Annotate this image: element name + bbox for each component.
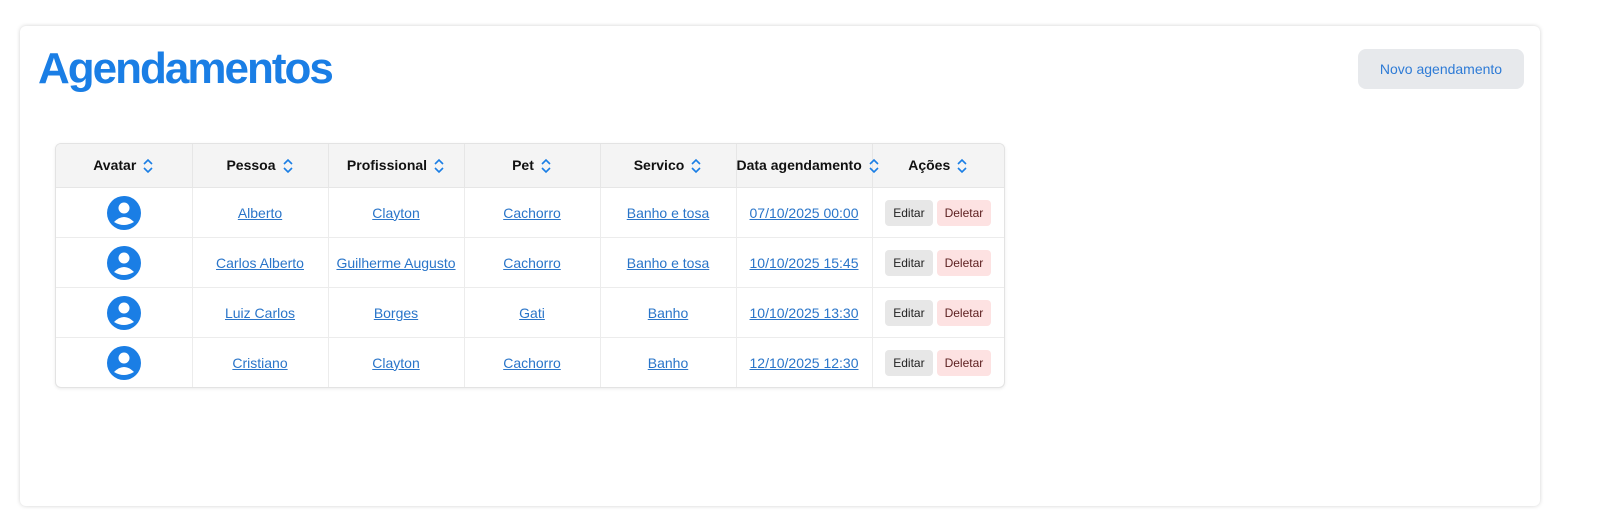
user-circle-icon [106, 295, 141, 330]
user-circle-icon [106, 345, 141, 380]
pessoa-link[interactable]: Alberto [238, 205, 282, 221]
user-circle-icon [106, 195, 141, 230]
actions-cell: Editar Deletar [872, 187, 1004, 238]
chevron-up-down-icon[interactable] [956, 158, 968, 174]
actions-cell: Editar Deletar [872, 287, 1004, 338]
column-header-servico[interactable]: Servico [600, 144, 737, 188]
page-title: Agendamentos [38, 44, 334, 93]
servico-link[interactable]: Banho [648, 305, 688, 321]
delete-button[interactable]: Deletar [936, 249, 992, 276]
edit-button[interactable]: Editar [885, 199, 933, 226]
profissional-link[interactable]: Borges [374, 305, 418, 321]
edit-button[interactable]: Editar [885, 249, 933, 276]
table-row: Luiz Carlos Borges Gati Banho 10/10/2025… [56, 287, 1004, 338]
column-header-avatar[interactable]: Avatar [56, 144, 193, 188]
user-circle-icon [106, 245, 141, 280]
data-link[interactable]: 10/10/2025 13:30 [750, 305, 859, 321]
table-row: Cristiano Clayton Cachorro Banho 12/10/2… [56, 337, 1004, 388]
chevron-up-down-icon[interactable] [282, 158, 294, 174]
chevron-up-down-icon[interactable] [868, 158, 880, 174]
appointments-table: Avatar Pessoa Profissional Pet Servico D… [55, 143, 1005, 388]
delete-button[interactable]: Deletar [936, 199, 992, 226]
pet-link[interactable]: Cachorro [503, 255, 561, 271]
pessoa-link[interactable]: Luiz Carlos [225, 305, 295, 321]
profissional-link[interactable]: Clayton [372, 205, 419, 221]
column-header-data[interactable]: Data agendamento [736, 144, 879, 188]
table-row: Alberto Clayton Cachorro Banho e tosa 07… [56, 187, 1004, 238]
pet-link[interactable]: Cachorro [503, 355, 561, 371]
pet-link[interactable]: Gati [519, 305, 545, 321]
new-appointment-button[interactable]: Novo agendamento [1358, 49, 1524, 89]
pessoa-link[interactable]: Carlos Alberto [216, 255, 304, 271]
profissional-link[interactable]: Guilherme Augusto [336, 255, 455, 271]
table-row: Carlos Alberto Guilherme Augusto Cachorr… [56, 237, 1004, 288]
servico-link[interactable]: Banho e tosa [627, 255, 710, 271]
table-header-row: Avatar Pessoa Profissional Pet Servico D… [56, 144, 1004, 188]
delete-button[interactable]: Deletar [936, 349, 992, 376]
avatar-cell [56, 237, 193, 288]
profissional-link[interactable]: Clayton [372, 355, 419, 371]
column-header-pessoa[interactable]: Pessoa [192, 144, 329, 188]
avatar-cell [56, 287, 193, 338]
column-header-pet[interactable]: Pet [464, 144, 601, 188]
delete-button[interactable]: Deletar [936, 299, 992, 326]
edit-button[interactable]: Editar [885, 349, 933, 376]
chevron-up-down-icon[interactable] [540, 158, 552, 174]
data-link[interactable]: 12/10/2025 12:30 [750, 355, 859, 371]
pessoa-link[interactable]: Cristiano [232, 355, 287, 371]
data-link[interactable]: 07/10/2025 00:00 [750, 205, 859, 221]
actions-cell: Editar Deletar [872, 237, 1004, 288]
avatar-cell [56, 187, 193, 238]
servico-link[interactable]: Banho e tosa [627, 205, 710, 221]
appointments-card: Agendamentos Novo agendamento Avatar Pes… [20, 26, 1540, 506]
chevron-up-down-icon[interactable] [142, 158, 154, 174]
column-header-acoes[interactable]: Ações [872, 144, 1004, 188]
data-link[interactable]: 10/10/2025 15:45 [750, 255, 859, 271]
chevron-up-down-icon[interactable] [433, 158, 445, 174]
pet-link[interactable]: Cachorro [503, 205, 561, 221]
column-header-profissional[interactable]: Profissional [328, 144, 465, 188]
avatar-cell [56, 337, 193, 387]
actions-cell: Editar Deletar [872, 338, 1004, 388]
servico-link[interactable]: Banho [648, 355, 688, 371]
edit-button[interactable]: Editar [885, 299, 933, 326]
chevron-up-down-icon[interactable] [690, 158, 702, 174]
